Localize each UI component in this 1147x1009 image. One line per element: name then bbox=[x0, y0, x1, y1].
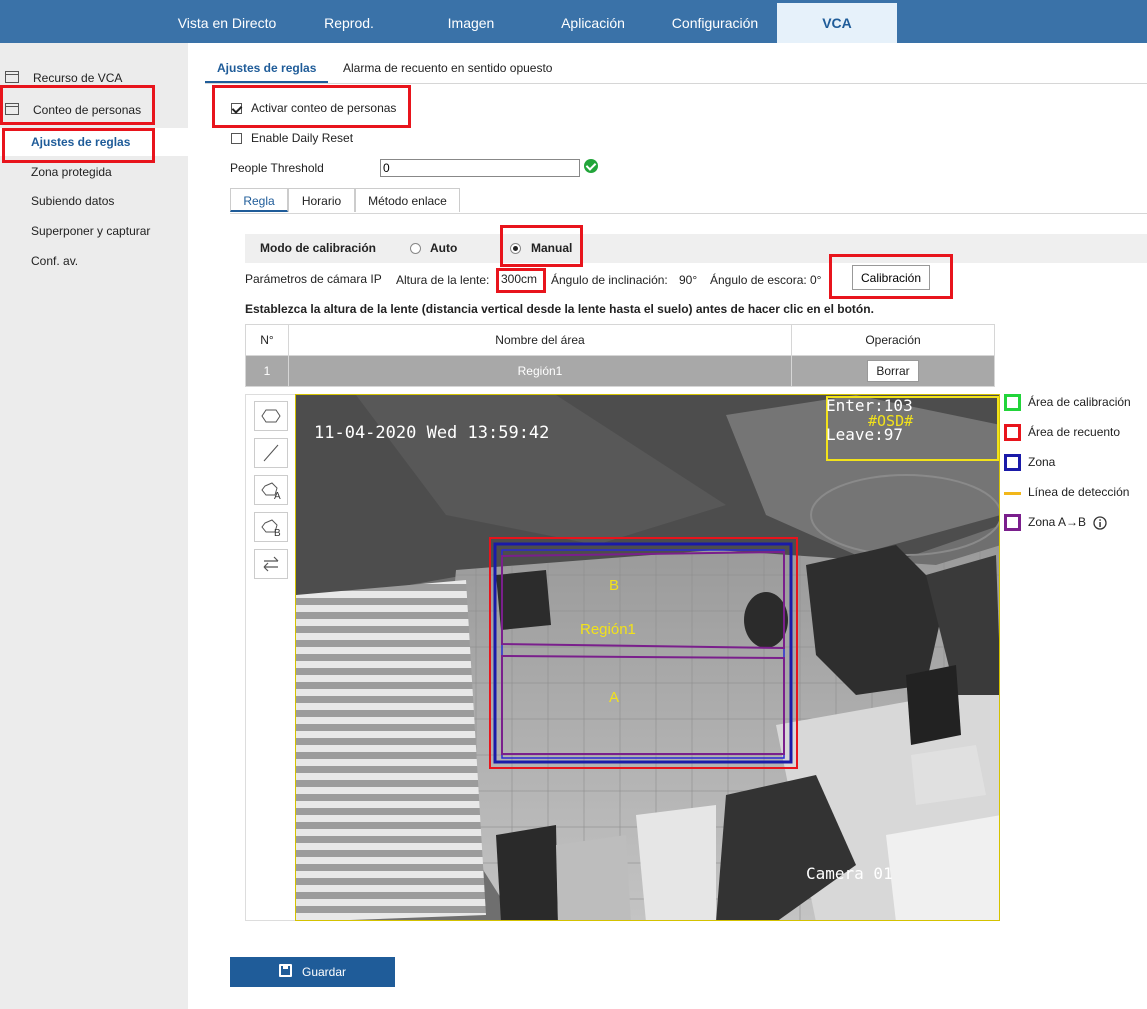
legend-label: Área de calibración bbox=[1028, 395, 1131, 409]
svg-text:B: B bbox=[274, 528, 281, 539]
zone-a-tool-button[interactable]: A bbox=[254, 475, 288, 505]
row-area-name: Región1 bbox=[288, 355, 792, 387]
threshold-label: People Threshold bbox=[230, 161, 324, 175]
enable-counting-checkbox[interactable] bbox=[231, 103, 242, 114]
polygon-a-icon: A bbox=[261, 482, 281, 502]
row-operation: Borrar bbox=[791, 355, 995, 387]
legend-label: Área de recuento bbox=[1028, 425, 1121, 439]
video-scene bbox=[296, 395, 999, 920]
legend-label: Zona bbox=[1028, 455, 1056, 469]
top-navigation-bar: Vista en Directo Reprod. Imagen Aplicaci… bbox=[0, 0, 1147, 43]
sidebar: Recurso de VCA Conteo de personas Ajuste… bbox=[0, 43, 188, 1009]
swap-direction-button[interactable] bbox=[254, 549, 288, 579]
leave-count: Leave:97 bbox=[826, 425, 904, 444]
row-number: 1 bbox=[245, 355, 289, 387]
save-icon bbox=[279, 964, 292, 977]
sidebar-item-rule-settings[interactable]: Ajustes de reglas bbox=[0, 128, 188, 156]
sidebar-item-label: Ajustes de reglas bbox=[31, 135, 131, 149]
tab-rule[interactable]: Regla bbox=[230, 188, 288, 212]
tab-application[interactable]: Aplicación bbox=[533, 3, 653, 43]
legend-swatch bbox=[1004, 454, 1021, 471]
legend-swatch bbox=[1004, 514, 1021, 531]
line-icon bbox=[263, 444, 279, 462]
region-label: Región1 bbox=[580, 621, 636, 638]
check-icon bbox=[584, 159, 598, 173]
camera-name: Camera 01 bbox=[806, 864, 893, 883]
column-header-area-name: Nombre del área bbox=[288, 324, 792, 356]
polygon-b-icon: B bbox=[261, 519, 281, 539]
auto-label: Auto bbox=[430, 241, 458, 255]
sidebar-item-vca-resource[interactable]: Recurso de VCA bbox=[0, 64, 188, 92]
calibration-instruction: Establezca la altura de la lente (distan… bbox=[245, 302, 874, 316]
hexagon-icon bbox=[261, 409, 281, 423]
rule-sub-tabs: Regla Horario Método enlace bbox=[230, 188, 1147, 214]
daily-reset-label: Enable Daily Reset bbox=[251, 131, 354, 145]
tilt-angle-value: 90° bbox=[679, 273, 698, 287]
camera-video-view[interactable]: 11-04-2020 Wed 13:59:42 Enter:103 #OSD# … bbox=[295, 394, 1000, 921]
manual-radio[interactable] bbox=[510, 243, 521, 254]
save-button[interactable]: Guardar bbox=[230, 957, 395, 987]
save-button-label: Guardar bbox=[302, 965, 347, 979]
calibration-mode-row: Modo de calibración Auto Manual bbox=[245, 234, 1147, 263]
swap-arrows-icon bbox=[263, 556, 279, 572]
tab-playback[interactable]: Reprod. bbox=[289, 3, 409, 43]
legend-swatch bbox=[1004, 394, 1021, 411]
auto-radio[interactable] bbox=[410, 243, 421, 254]
roll-angle-label: Ángulo de escora: bbox=[710, 273, 807, 287]
lens-height-label: Altura de la lente: bbox=[396, 273, 490, 287]
lens-height-value[interactable]: 300cm bbox=[501, 272, 537, 286]
legend-line-swatch bbox=[1004, 492, 1021, 495]
sidebar-item-uploading-data[interactable]: Subiendo datos bbox=[0, 187, 188, 215]
content-tabs: Ajustes de reglas Alarma de recuento en … bbox=[205, 55, 1147, 84]
roll-angle-value: 0° bbox=[810, 273, 822, 287]
enable-counting-label: Activar conteo de personas bbox=[251, 101, 397, 115]
line-tool-button[interactable] bbox=[254, 438, 288, 468]
tab-schedule[interactable]: Horario bbox=[288, 188, 355, 212]
calibration-button[interactable]: Calibración bbox=[852, 265, 930, 290]
legend-label: Zona A→B bbox=[1028, 515, 1087, 529]
threshold-input[interactable] bbox=[380, 159, 580, 177]
zone-a-label: A bbox=[609, 689, 620, 706]
window-icon bbox=[5, 71, 19, 83]
delete-button[interactable]: Borrar bbox=[867, 360, 919, 382]
column-header-operation: Operación bbox=[791, 324, 995, 356]
sidebar-item-overlay-capture[interactable]: Superponer y capturar bbox=[0, 217, 188, 245]
manual-label: Manual bbox=[531, 241, 573, 255]
legend-swatch bbox=[1004, 424, 1021, 441]
column-header-number: N° bbox=[245, 324, 289, 356]
tab-configuration[interactable]: Configuración bbox=[655, 3, 775, 43]
area-table: N° Nombre del área Operación 1 Región1 B… bbox=[245, 324, 995, 387]
legend-label: Línea de detección bbox=[1028, 485, 1130, 499]
calibration-mode-label: Modo de calibración bbox=[260, 241, 377, 255]
tab-live-view[interactable]: Vista en Directo bbox=[167, 3, 287, 43]
sidebar-item-label: Conteo de personas bbox=[33, 103, 142, 117]
table-row[interactable]: 1 Región1 Borrar bbox=[245, 355, 995, 387]
tab-opposite-count-alarm[interactable]: Alarma de recuento en sentido opuesto bbox=[343, 55, 552, 81]
daily-reset-checkbox[interactable] bbox=[231, 133, 242, 144]
sidebar-item-advanced-config[interactable]: Conf. av. bbox=[0, 247, 188, 275]
drawing-toolbar: A B bbox=[245, 394, 295, 921]
top-nav-tabs: Vista en Directo Reprod. Imagen Aplicaci… bbox=[167, 3, 899, 43]
svg-text:A: A bbox=[274, 491, 281, 502]
polygon-tool-button[interactable] bbox=[254, 401, 288, 431]
zone-b-label: B bbox=[609, 577, 620, 594]
sidebar-item-label: Recurso de VCA bbox=[33, 71, 123, 85]
sidebar-item-label: Subiendo datos bbox=[31, 194, 115, 208]
tab-vca[interactable]: VCA bbox=[777, 3, 897, 43]
chart-icon bbox=[5, 103, 19, 115]
sidebar-item-label: Superponer y capturar bbox=[31, 224, 151, 238]
sidebar-item-label: Zona protegida bbox=[31, 165, 112, 179]
sidebar-item-label: Conf. av. bbox=[31, 254, 79, 268]
tab-linkage-method[interactable]: Método enlace bbox=[355, 188, 460, 212]
video-timestamp: 11-04-2020 Wed 13:59:42 bbox=[314, 423, 550, 443]
sidebar-item-protected-zone[interactable]: Zona protegida bbox=[0, 158, 188, 186]
camera-params-label: Parámetros de cámara IP bbox=[245, 272, 382, 286]
tab-image[interactable]: Imagen bbox=[411, 3, 531, 43]
tab-rule-settings[interactable]: Ajustes de reglas bbox=[205, 55, 329, 83]
info-icon[interactable] bbox=[1093, 516, 1107, 530]
tilt-angle-label: Ángulo de inclinación: bbox=[551, 273, 668, 287]
zone-b-tool-button[interactable]: B bbox=[254, 512, 288, 542]
sidebar-item-people-counting[interactable]: Conteo de personas bbox=[0, 96, 188, 124]
